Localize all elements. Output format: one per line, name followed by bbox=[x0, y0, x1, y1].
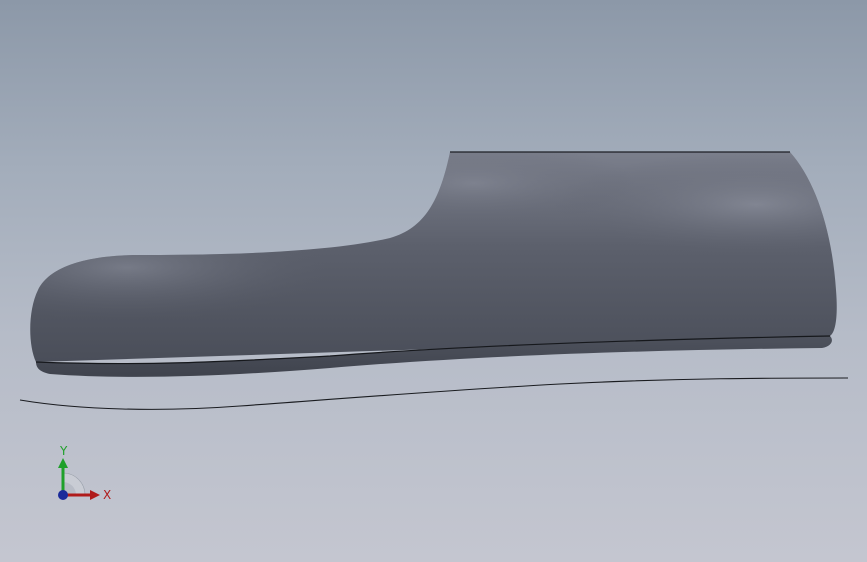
model-scene[interactable] bbox=[0, 0, 867, 562]
graphics-viewport[interactable]: Y X bbox=[0, 0, 867, 562]
x-axis-label: X bbox=[103, 488, 111, 502]
z-axis-icon bbox=[58, 490, 68, 500]
coordinate-triad: Y X bbox=[58, 444, 111, 502]
y-axis-label: Y bbox=[59, 444, 68, 458]
bottom-profile-curve bbox=[19, 377, 849, 410]
